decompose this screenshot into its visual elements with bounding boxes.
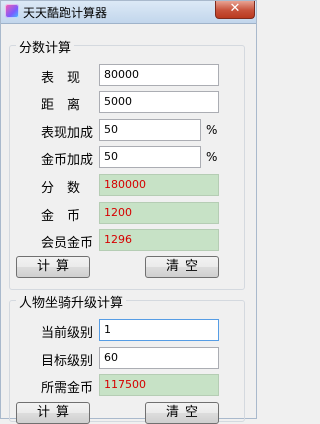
window-title: 天天酷跑计算器 bbox=[23, 6, 108, 20]
score-label: 分 数 bbox=[41, 181, 81, 196]
score-calculate-button[interactable]: 计算 bbox=[16, 256, 90, 278]
app-icon bbox=[5, 4, 19, 18]
coin-bonus-input[interactable]: 50 bbox=[99, 146, 201, 168]
coins-label: 金 币 bbox=[41, 209, 81, 224]
mount-calculate-button[interactable]: 计算 bbox=[16, 402, 90, 424]
mount-clear-button[interactable]: 清空 bbox=[145, 402, 219, 424]
vip-coins-label: 会员金币 bbox=[41, 236, 94, 251]
coin-bonus-label: 金币加成 bbox=[41, 153, 94, 168]
coins-output: 1200 bbox=[99, 202, 219, 224]
title-bar[interactable]: 天天酷跑计算器 ✕ bbox=[1, 1, 256, 24]
performance-bonus-input[interactable]: 50 bbox=[99, 119, 201, 141]
performance-label: 表 现 bbox=[41, 71, 81, 86]
distance-label: 距 离 bbox=[41, 98, 81, 113]
distance-input[interactable]: 5000 bbox=[99, 91, 219, 113]
mount-group: 人物坐骑升级计算 当前级别 1 目标级别 60 所需金币 117500 计算 清… bbox=[9, 292, 245, 424]
score-output: 180000 bbox=[99, 174, 219, 196]
close-button[interactable]: ✕ bbox=[215, 1, 255, 19]
mount-group-title: 人物坐骑升级计算 bbox=[16, 292, 127, 311]
vip-coins-output: 1296 bbox=[99, 229, 219, 251]
target-level-label: 目标级别 bbox=[41, 354, 94, 369]
required-coins-output: 117500 bbox=[99, 374, 219, 396]
performance-input[interactable]: 80000 bbox=[99, 64, 219, 86]
current-level-input[interactable]: 1 bbox=[99, 319, 219, 341]
score-group-title: 分数计算 bbox=[16, 37, 75, 56]
performance-bonus-percent: % bbox=[206, 123, 218, 137]
current-level-label: 当前级别 bbox=[41, 326, 94, 341]
calculator-window: 天天酷跑计算器 ✕ 分数计算 表 现 80000 距 离 5000 表现加成 5… bbox=[0, 0, 257, 424]
performance-bonus-label: 表现加成 bbox=[41, 126, 94, 141]
coin-bonus-percent: % bbox=[206, 150, 218, 164]
required-coins-label: 所需金币 bbox=[41, 381, 94, 396]
score-group: 分数计算 表 现 80000 距 离 5000 表现加成 50 % 金币加成 5… bbox=[9, 37, 245, 290]
score-clear-button[interactable]: 清空 bbox=[145, 256, 219, 278]
target-level-input[interactable]: 60 bbox=[99, 347, 219, 369]
